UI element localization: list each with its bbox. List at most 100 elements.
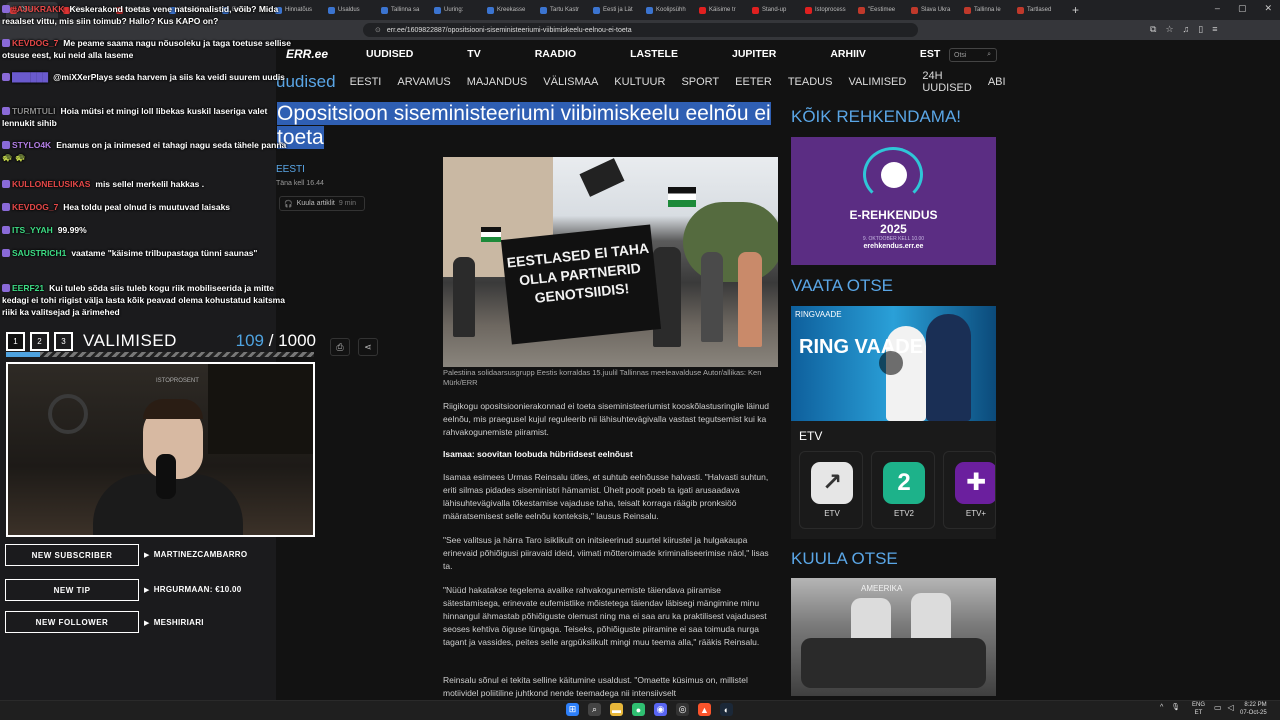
play-icon[interactable]: [879, 351, 903, 375]
volume-icon[interactable]: ◁: [1228, 703, 1234, 712]
folder-icon[interactable]: ▬: [610, 703, 623, 716]
sidebar-heading-vaata[interactable]: VAATA OTSE: [791, 276, 893, 296]
system-tray: ^ 🎙: [1160, 703, 1180, 712]
chat-username[interactable]: SAUSTRICH1: [12, 248, 66, 258]
chat-icon[interactable]: ●: [632, 703, 645, 716]
sidebar-icon[interactable]: ▯: [1198, 24, 1203, 35]
windows-icon[interactable]: ⊞: [566, 703, 579, 716]
browser-tab[interactable]: Tartu Kastr: [536, 2, 588, 18]
sidebar-heading-kuula[interactable]: KUULA OTSE: [791, 549, 898, 569]
search-icon[interactable]: ⌕: [588, 703, 601, 716]
channel-etv2[interactable]: 2 ETV2: [871, 451, 935, 529]
tab-label: Käisime tr: [709, 7, 736, 13]
live-video-thumbnail[interactable]: RINGVAADE RING VAADE: [791, 306, 996, 421]
browser-tab[interactable]: Kreekasse: [483, 2, 535, 18]
arrow-icon: ▶: [144, 587, 150, 594]
network-icon[interactable]: ▭: [1214, 703, 1222, 712]
poll-progress-bar: [6, 352, 314, 357]
brave-icon[interactable]: ▲: [698, 703, 711, 716]
mic-icon[interactable]: 🎙: [1171, 703, 1180, 711]
nav-language[interactable]: EST: [920, 48, 940, 60]
browser-toolbar-icons: ⧉ ☆ ♫ ▯ ≡: [1150, 24, 1217, 35]
browser-tab[interactable]: Tallinna sa: [377, 2, 429, 18]
section-arvamus[interactable]: ARVAMUS: [397, 76, 450, 88]
chat-username[interactable]: ITS_YYAH: [12, 225, 53, 235]
sidebar-heading-rehkenda[interactable]: KÕIK REHKENDAMA!: [791, 107, 961, 127]
browser-tab[interactable]: "Eestimee: [854, 2, 906, 18]
maximize-button[interactable]: ▢: [1238, 3, 1247, 14]
language-indicator[interactable]: ENG ET: [1192, 701, 1205, 717]
new-tab-button[interactable]: +: [1072, 3, 1079, 17]
chat-username[interactable]: KEVDOG_7: [12, 202, 58, 212]
chat-message: KULLONELUSIKAS mis sellel merkelil hakkas…: [2, 178, 294, 190]
chat-username[interactable]: ██████: [12, 72, 48, 82]
browser-tab[interactable]: Eesti ja Lät: [589, 2, 641, 18]
poll-tab-1[interactable]: 1: [6, 331, 25, 351]
browser-tab[interactable]: Tallinna le: [960, 2, 1012, 18]
poll-tab-3[interactable]: 3: [54, 331, 73, 351]
nav-lastele[interactable]: LASTELE: [630, 48, 678, 60]
close-window-button[interactable]: ✕: [1264, 3, 1272, 14]
article-photo[interactable]: EESTLASED EI TAHA OLLA PARTNERID GENOTSI…: [443, 157, 778, 367]
browser-tab[interactable]: Istoprocess: [801, 2, 853, 18]
nav-uudised[interactable]: UUDISED: [366, 48, 413, 60]
section-eesti[interactable]: EESTI: [350, 76, 382, 88]
channel-etv[interactable]: ↗ ETV: [799, 451, 863, 529]
search-placeholder: Otsi: [954, 51, 967, 59]
erehkendus-ad[interactable]: E-REHKENDUS 2025 9. OKTOOBER KELL 10.00 …: [791, 137, 996, 265]
chat-username[interactable]: KULLONELUSIKAS: [12, 179, 90, 189]
search-icon[interactable]: ⌕: [987, 51, 991, 59]
browser-tab[interactable]: Käisime tr: [695, 2, 747, 18]
share-icon[interactable]: ⋖: [358, 338, 378, 356]
chat-username[interactable]: STYLO4K: [12, 140, 51, 150]
chat-username[interactable]: TURMTULI: [12, 106, 55, 116]
steam-icon[interactable]: ◐: [720, 703, 733, 716]
nav-raadio[interactable]: RAADIO: [535, 48, 576, 60]
menu-icon[interactable]: ≡: [1212, 24, 1217, 35]
section-abi[interactable]: ABI: [988, 76, 1006, 88]
bookmark-icon[interactable]: ☆: [1165, 24, 1173, 35]
site-search-input[interactable]: Otsi ⌕: [949, 48, 997, 62]
cam-streamer-hair: [143, 399, 203, 419]
chat-username[interactable]: KEVDOG_7: [12, 38, 58, 48]
photo-person: [453, 257, 475, 337]
nav-tv[interactable]: TV: [467, 48, 480, 60]
browser-tab[interactable]: Koolipsühh: [642, 2, 694, 18]
section-sport[interactable]: SPORT: [681, 76, 719, 88]
share-buttons: ⎙ ⋖: [330, 338, 378, 356]
chat-username[interactable]: #AJUKRAKK: [12, 4, 64, 14]
favicon-icon: [752, 6, 759, 14]
chevron-up-icon[interactable]: ^: [1160, 704, 1163, 711]
channel-etvplus[interactable]: ✚ ETV+: [943, 451, 996, 529]
nav-jupiter[interactable]: JUPITER: [732, 48, 776, 60]
nav-arhiiv[interactable]: ARHIIV: [830, 48, 866, 60]
browser-tab[interactable]: Slava Ukra: [907, 2, 959, 18]
clock[interactable]: 8:22 PM 07-Oct-25: [1240, 701, 1267, 717]
extensions-icon[interactable]: ⧉: [1150, 24, 1156, 35]
chat-badge-icon: [2, 226, 10, 234]
site-info-icon[interactable]: ⊙: [375, 26, 381, 34]
section-kultuur[interactable]: KULTUUR: [614, 76, 665, 88]
minimize-button[interactable]: –: [1215, 3, 1220, 14]
section-valismaa[interactable]: VÄLISMAA: [543, 76, 598, 88]
tab-label: Tallinna sa: [391, 7, 420, 13]
browser-tab[interactable]: Stand-up: [748, 2, 800, 18]
browser-tab[interactable]: Usaldus: [324, 2, 376, 18]
chat-username[interactable]: EERF21: [12, 283, 44, 293]
tab-label: Usaldus: [338, 7, 360, 13]
section-24h[interactable]: 24H UUDISED: [922, 70, 972, 94]
section-valimised[interactable]: VALIMISED: [848, 76, 906, 88]
poll-tab-2[interactable]: 2: [30, 331, 49, 351]
section-teadus[interactable]: TEADUS: [788, 76, 833, 88]
url-field[interactable]: ⊙ err.ee/1609822887/opositsiooni-sisemin…: [363, 23, 918, 37]
print-icon[interactable]: ⎙: [330, 338, 350, 356]
discord-icon[interactable]: ◉: [654, 703, 667, 716]
favicon-icon: [1017, 6, 1024, 14]
browser-tab[interactable]: Tartlased: [1013, 2, 1065, 18]
obs-icon[interactable]: ◎: [676, 703, 689, 716]
radio-thumbnail[interactable]: AMEERIKA: [791, 578, 996, 696]
section-majandus[interactable]: MAJANDUS: [467, 76, 528, 88]
browser-tab[interactable]: Uuring:: [430, 2, 482, 18]
section-eeter[interactable]: EETER: [735, 76, 772, 88]
media-icon[interactable]: ♫: [1183, 24, 1190, 35]
